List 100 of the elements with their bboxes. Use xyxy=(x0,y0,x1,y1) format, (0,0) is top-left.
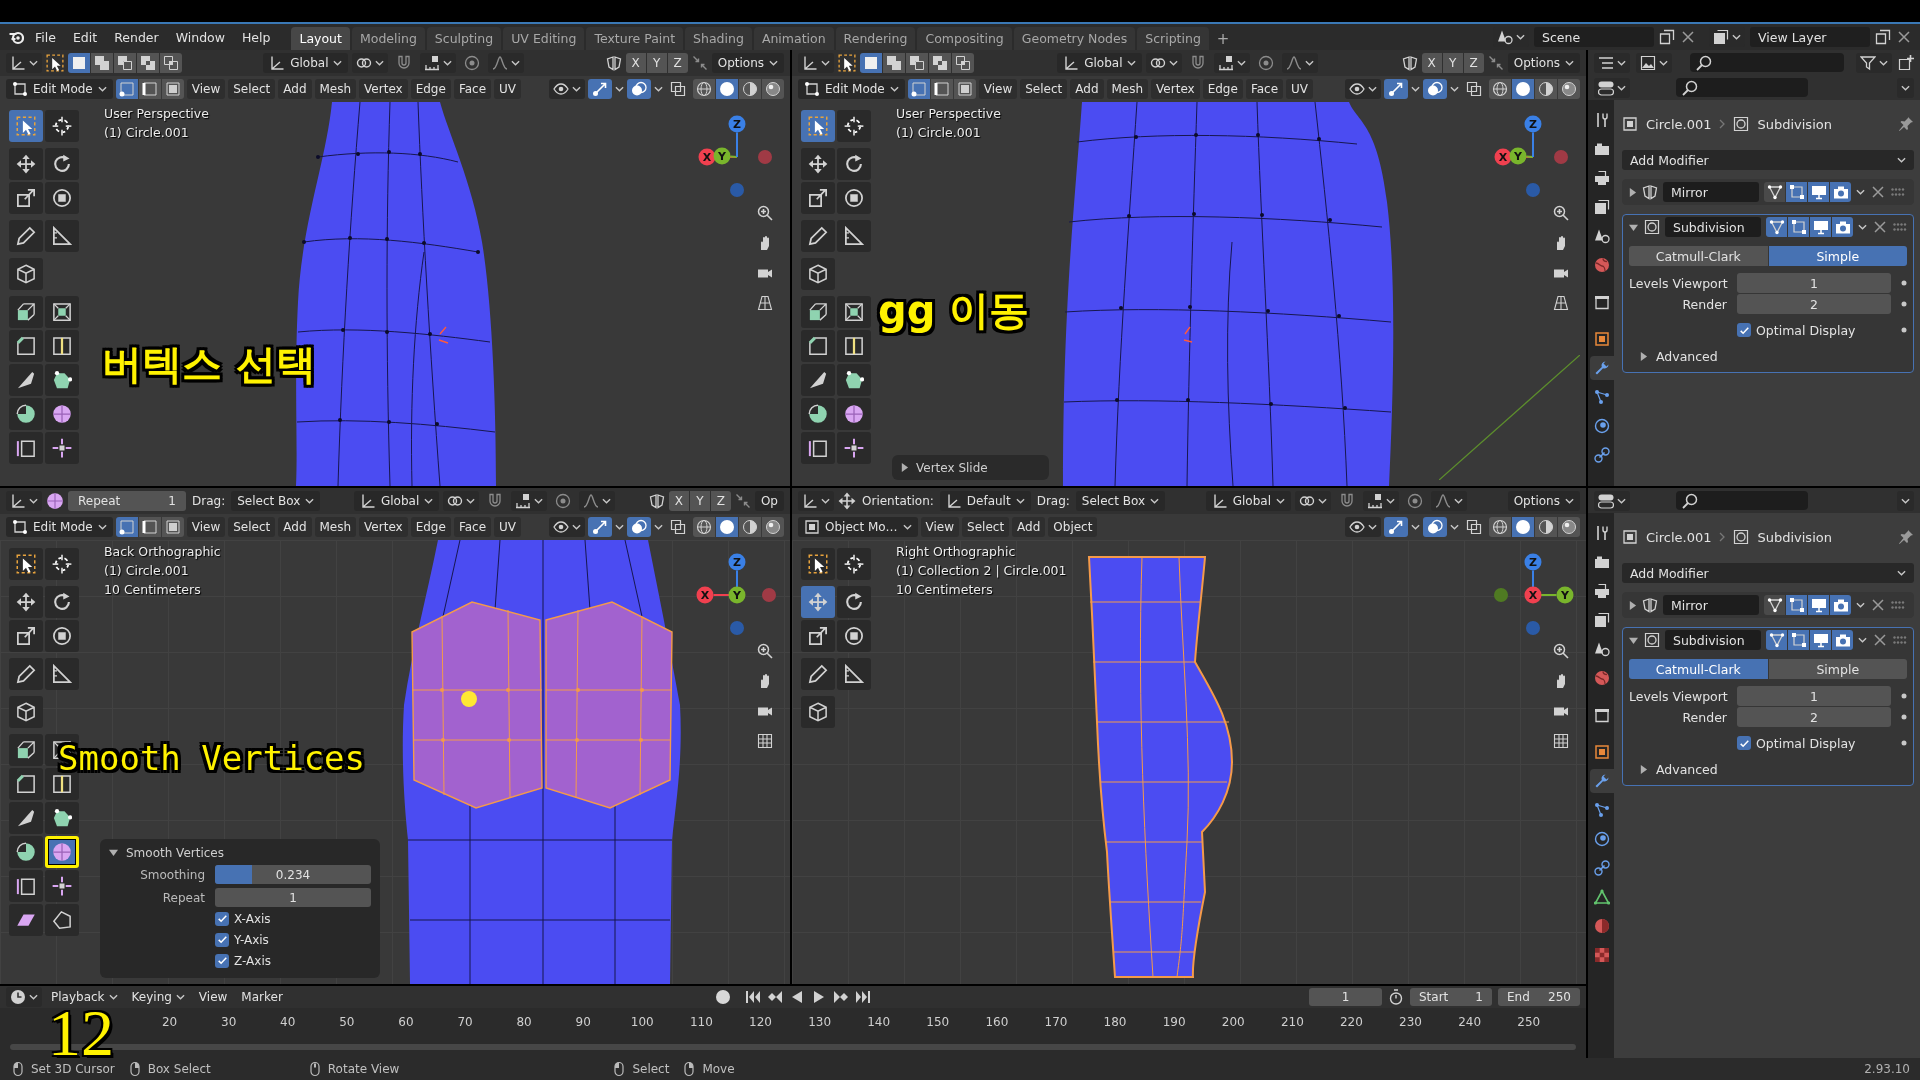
editor-type-button[interactable] xyxy=(798,53,834,73)
workspace-tab[interactable]: Rendering xyxy=(835,27,916,50)
disclosure-triangle-icon[interactable] xyxy=(1639,763,1648,775)
scene-name-field[interactable]: Scene xyxy=(1534,27,1654,47)
mode-dropdown[interactable]: Edit Mode xyxy=(6,79,113,99)
tool-button[interactable] xyxy=(9,870,43,902)
axis-handle[interactable] xyxy=(713,147,731,165)
menu-item[interactable]: Edge xyxy=(1202,79,1243,99)
drag-handle-icon[interactable] xyxy=(1893,636,1907,644)
search-field[interactable] xyxy=(1676,491,1808,510)
dropdown-button[interactable]: Default xyxy=(939,491,1031,511)
dropdown-button[interactable]: Global xyxy=(263,53,349,73)
checkbox[interactable] xyxy=(1737,323,1751,337)
caret-icon[interactable] xyxy=(1858,224,1867,230)
tool-button[interactable] xyxy=(9,364,43,396)
workspace-tab[interactable]: Geometry Nodes xyxy=(1013,27,1136,50)
perspective-grid-icon[interactable] xyxy=(1553,295,1569,311)
zoom-icon[interactable] xyxy=(1553,643,1569,659)
keyframe-dot-icon[interactable] xyxy=(1901,693,1907,699)
tool-button[interactable] xyxy=(801,148,835,180)
tool-button[interactable] xyxy=(837,658,871,690)
menu-item[interactable]: Add xyxy=(1070,79,1104,99)
grid-icon[interactable] xyxy=(757,733,773,749)
workspace-tab[interactable]: Compositing xyxy=(917,27,1012,50)
tool-button[interactable] xyxy=(45,398,79,430)
tool-button[interactable] xyxy=(837,398,871,430)
gizmo-toggle[interactable] xyxy=(588,517,612,537)
editor-type-button[interactable] xyxy=(1594,52,1630,73)
disclosure-triangle-icon[interactable] xyxy=(1628,222,1639,232)
menu-item[interactable]: Select xyxy=(228,79,276,99)
tool-button[interactable] xyxy=(837,220,871,252)
tool-button[interactable] xyxy=(9,768,43,800)
editor-type-button[interactable] xyxy=(6,987,42,1007)
caret-icon[interactable] xyxy=(1858,637,1867,643)
slider-field[interactable]: 0.234 xyxy=(215,865,371,884)
dropdown-button[interactable]: Select Box xyxy=(231,491,321,511)
menu-item[interactable]: Add xyxy=(278,79,312,99)
tool-button[interactable] xyxy=(801,620,835,652)
selection-mode-button[interactable] xyxy=(160,53,182,73)
axis-handle[interactable] xyxy=(762,588,776,602)
tool-button[interactable] xyxy=(837,364,871,396)
subdivision-type-button[interactable]: Simple xyxy=(1768,246,1907,266)
dropdown-button[interactable]: Select Box xyxy=(1075,491,1165,511)
tool-button[interactable] xyxy=(9,904,43,936)
tool-button[interactable] xyxy=(45,904,79,936)
select-mode-button[interactable] xyxy=(138,79,161,99)
menu-item[interactable]: Mesh xyxy=(1106,79,1149,99)
modifier-toggle[interactable] xyxy=(1764,182,1785,202)
selection-mode-button[interactable] xyxy=(91,53,113,73)
current-frame-field[interactable]: 1 xyxy=(1309,988,1382,1006)
next-keyframe-icon[interactable] xyxy=(833,989,849,1005)
menu-item[interactable]: Vertex xyxy=(359,79,408,99)
visibility-dropdown[interactable] xyxy=(1345,517,1381,537)
caret-icon[interactable] xyxy=(1411,524,1420,530)
menu-item[interactable]: View xyxy=(186,79,226,99)
axis-handle[interactable] xyxy=(728,553,746,571)
menu-item[interactable]: Face xyxy=(453,79,491,99)
selection-mode-button[interactable] xyxy=(68,53,90,73)
mode-dropdown[interactable]: Edit Mode xyxy=(798,79,905,99)
zoom-icon[interactable] xyxy=(1553,205,1569,221)
prev-keyframe-icon[interactable] xyxy=(767,989,783,1005)
caret-icon[interactable] xyxy=(654,86,663,92)
butterfly-icon[interactable] xyxy=(648,493,665,509)
axis-toggle[interactable]: Y xyxy=(646,53,667,73)
axis-handle[interactable] xyxy=(1494,148,1512,166)
selection-mode-button[interactable] xyxy=(906,53,928,73)
add-modifier-dropdown[interactable]: Add Modifier xyxy=(1622,563,1914,583)
modifier-name-field[interactable]: Subdivision xyxy=(1665,630,1761,650)
editor-type-button[interactable] xyxy=(1594,490,1630,511)
disclosure-triangle-icon[interactable] xyxy=(1628,186,1637,198)
keyframe-dot-icon[interactable] xyxy=(1901,280,1907,286)
select-mode-button[interactable] xyxy=(138,517,161,537)
axis-toggle[interactable]: Z xyxy=(1463,53,1484,73)
zoom-icon[interactable] xyxy=(757,205,773,221)
visibility-dropdown[interactable] xyxy=(549,79,585,99)
menu-item[interactable]: Render xyxy=(108,29,165,45)
workspace-tab[interactable]: Modeling xyxy=(351,27,425,50)
pin-icon[interactable] xyxy=(1898,116,1914,132)
tool-button[interactable] xyxy=(837,330,871,362)
axis-handle[interactable] xyxy=(730,621,744,635)
tool-button[interactable] xyxy=(45,296,79,328)
subdivision-type-button[interactable]: Catmull-Clark xyxy=(1629,246,1768,266)
tool-button[interactable] xyxy=(801,330,835,362)
checkbox[interactable] xyxy=(1737,736,1751,750)
caret-icon[interactable] xyxy=(1411,86,1420,92)
falloff-dropdown[interactable] xyxy=(1282,53,1319,73)
tool-button[interactable] xyxy=(9,220,43,252)
axis-toggle[interactable]: X xyxy=(1421,53,1442,73)
close-icon[interactable] xyxy=(1680,29,1696,45)
cut-off-button[interactable]: Op xyxy=(754,491,784,511)
grid-icon[interactable] xyxy=(1553,733,1569,749)
menu-item[interactable]: Select xyxy=(1020,79,1068,99)
end-frame-field[interactable]: End 250 xyxy=(1498,988,1580,1006)
editor-type-button[interactable] xyxy=(1594,77,1630,98)
modifier-toggle[interactable] xyxy=(1808,595,1829,615)
editor-type-button[interactable] xyxy=(6,491,42,511)
tool-button[interactable] xyxy=(9,330,43,362)
select-mode-button[interactable] xyxy=(953,79,976,99)
modifier-toggle[interactable] xyxy=(1832,630,1853,650)
tool-button[interactable] xyxy=(9,148,43,180)
